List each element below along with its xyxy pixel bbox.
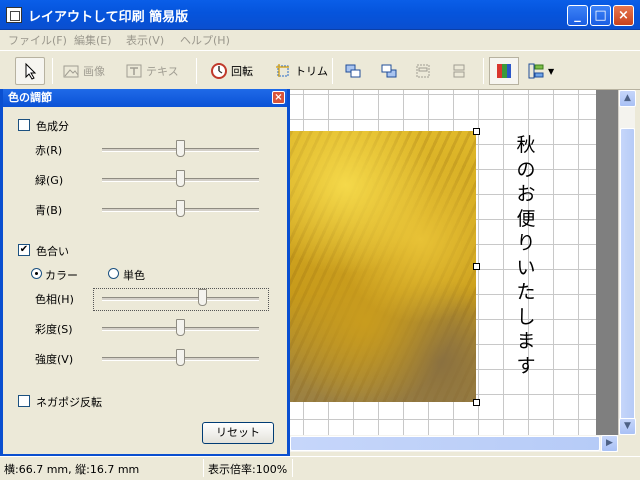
rotate-button[interactable]: 回転 bbox=[210, 57, 253, 85]
minimize-button[interactable]: _ bbox=[567, 5, 588, 26]
trim-label: トリム bbox=[295, 65, 328, 78]
add-image-button[interactable]: 画像 bbox=[62, 57, 105, 85]
text-char: の bbox=[516, 158, 536, 181]
scroll-corner bbox=[618, 435, 640, 456]
saturation-label: 彩度(S) bbox=[35, 323, 73, 336]
menu-bar: ファイル(F) 編集(E) 表示(V) ヘルプ(H) bbox=[0, 30, 640, 49]
scroll-right-button[interactable]: ▶ bbox=[601, 435, 618, 452]
menu-file[interactable]: ファイル(F) bbox=[8, 32, 67, 48]
image-icon bbox=[63, 65, 79, 78]
hue-slider-track[interactable] bbox=[102, 297, 259, 301]
status-bar: 横:66.7 mm, 縦:16.7 mm 表示倍率:100% bbox=[0, 456, 640, 480]
rotate-label: 回転 bbox=[231, 65, 253, 78]
blue-label: 青(B) bbox=[35, 204, 63, 217]
maximize-button[interactable]: □ bbox=[590, 5, 611, 26]
group-button[interactable] bbox=[414, 57, 432, 85]
ungroup-button[interactable] bbox=[450, 57, 468, 85]
mono-radio[interactable] bbox=[108, 268, 119, 279]
text-char: ま bbox=[516, 330, 536, 352]
text-char: 秋 bbox=[516, 134, 536, 156]
hue-slider-thumb[interactable] bbox=[198, 289, 207, 306]
hue-group-label: 色合い bbox=[36, 245, 69, 258]
send-back-button[interactable] bbox=[380, 57, 398, 85]
title-bar: レイアウトして印刷 簡易版 _ □ × bbox=[0, 0, 640, 30]
size-status: 横:66.7 mm, 縦:16.7 mm bbox=[4, 463, 140, 476]
add-text-button[interactable]: テキス bbox=[125, 57, 179, 85]
paper-margin bbox=[596, 90, 618, 435]
green-slider-thumb[interactable] bbox=[176, 170, 185, 187]
add-text-label: テキス bbox=[146, 65, 179, 78]
text-char: お bbox=[516, 183, 536, 205]
mono-radio-label: 単色 bbox=[123, 269, 145, 282]
group-icon bbox=[416, 64, 430, 78]
bring-front-button[interactable] bbox=[344, 57, 362, 85]
dialog-title: 色の調節 × bbox=[3, 89, 287, 107]
trim-icon bbox=[276, 64, 289, 77]
rotate-icon bbox=[211, 63, 227, 79]
color-component-checkbox[interactable] bbox=[18, 119, 30, 131]
vertical-scroll-thumb[interactable] bbox=[620, 128, 635, 420]
vertical-scrollbar[interactable]: ▲ ▼ bbox=[618, 90, 636, 435]
intensity-label: 強度(V) bbox=[35, 353, 74, 366]
text-char: い bbox=[516, 256, 536, 279]
pointer-icon bbox=[25, 62, 37, 80]
window-title: レイアウトして印刷 簡易版 bbox=[28, 10, 189, 25]
saturation-slider-thumb[interactable] bbox=[176, 319, 185, 336]
color-radio[interactable] bbox=[31, 268, 42, 279]
red-label: 赤(R) bbox=[35, 144, 63, 157]
color-adjust-button[interactable] bbox=[489, 57, 519, 85]
resize-handle-bottom-right[interactable] bbox=[473, 399, 480, 406]
dialog-title-text: 色の調節 bbox=[8, 91, 52, 104]
app-icon bbox=[6, 7, 22, 23]
hue-label: 色相(H) bbox=[35, 293, 74, 306]
resize-handle-right[interactable] bbox=[473, 263, 480, 270]
add-image-label: 画像 bbox=[83, 65, 105, 78]
send-back-icon bbox=[381, 64, 397, 78]
negpos-checkbox[interactable] bbox=[18, 395, 30, 407]
bring-front-icon bbox=[345, 64, 361, 78]
scroll-down-button[interactable]: ▼ bbox=[619, 418, 636, 435]
dropdown-arrow-icon[interactable]: ▼ bbox=[548, 67, 554, 76]
hue-group-checkbox[interactable]: ✔ bbox=[18, 244, 30, 256]
text-char: し bbox=[516, 305, 536, 328]
horizontal-scroll-thumb[interactable] bbox=[290, 436, 600, 451]
dialog-close-button[interactable]: × bbox=[272, 91, 285, 104]
zoom-status: 表示倍率:100% bbox=[208, 463, 288, 476]
toolbar: 画像 テキス 回転 トリム ▼ bbox=[0, 50, 640, 90]
intensity-slider-thumb[interactable] bbox=[176, 349, 185, 366]
menu-help[interactable]: ヘルプ(H) bbox=[180, 32, 230, 48]
text-char: す bbox=[516, 354, 536, 377]
close-button[interactable]: × bbox=[613, 5, 634, 26]
text-char: り bbox=[516, 232, 536, 254]
select-tool-button[interactable] bbox=[15, 57, 45, 85]
resize-handle-top-right[interactable] bbox=[473, 128, 480, 135]
color-adjust-dialog: 色の調節 × 色成分 赤(R) 緑(G) 青(B) ✔ 色合い カラー 単色 色… bbox=[0, 89, 290, 457]
menu-view[interactable]: 表示(V) bbox=[126, 32, 164, 48]
text-char: た bbox=[516, 281, 536, 303]
blue-slider-thumb[interactable] bbox=[176, 200, 185, 217]
color-radio-label: カラー bbox=[45, 269, 78, 282]
menu-edit[interactable]: 編集(E) bbox=[74, 32, 112, 48]
ungroup-icon bbox=[453, 64, 465, 78]
horizontal-scrollbar[interactable]: ▶ bbox=[290, 435, 618, 452]
green-label: 緑(G) bbox=[35, 174, 64, 187]
layout-icon bbox=[528, 63, 544, 79]
trim-button[interactable]: トリム bbox=[274, 57, 328, 85]
color-adjust-icon bbox=[497, 64, 511, 78]
red-slider-thumb[interactable] bbox=[176, 140, 185, 157]
text-char: 便 bbox=[516, 207, 536, 230]
layout-button[interactable]: ▼ bbox=[527, 57, 554, 85]
reset-button[interactable]: リセット bbox=[202, 422, 274, 444]
scroll-up-button[interactable]: ▲ bbox=[619, 90, 636, 107]
vertical-text-box[interactable]: 秋 の お 便 り い た し ま す bbox=[510, 133, 542, 378]
text-icon bbox=[126, 64, 142, 78]
autumn-tree-photo[interactable] bbox=[290, 131, 476, 402]
color-component-label: 色成分 bbox=[36, 120, 69, 133]
negpos-label: ネガポジ反転 bbox=[36, 396, 102, 409]
